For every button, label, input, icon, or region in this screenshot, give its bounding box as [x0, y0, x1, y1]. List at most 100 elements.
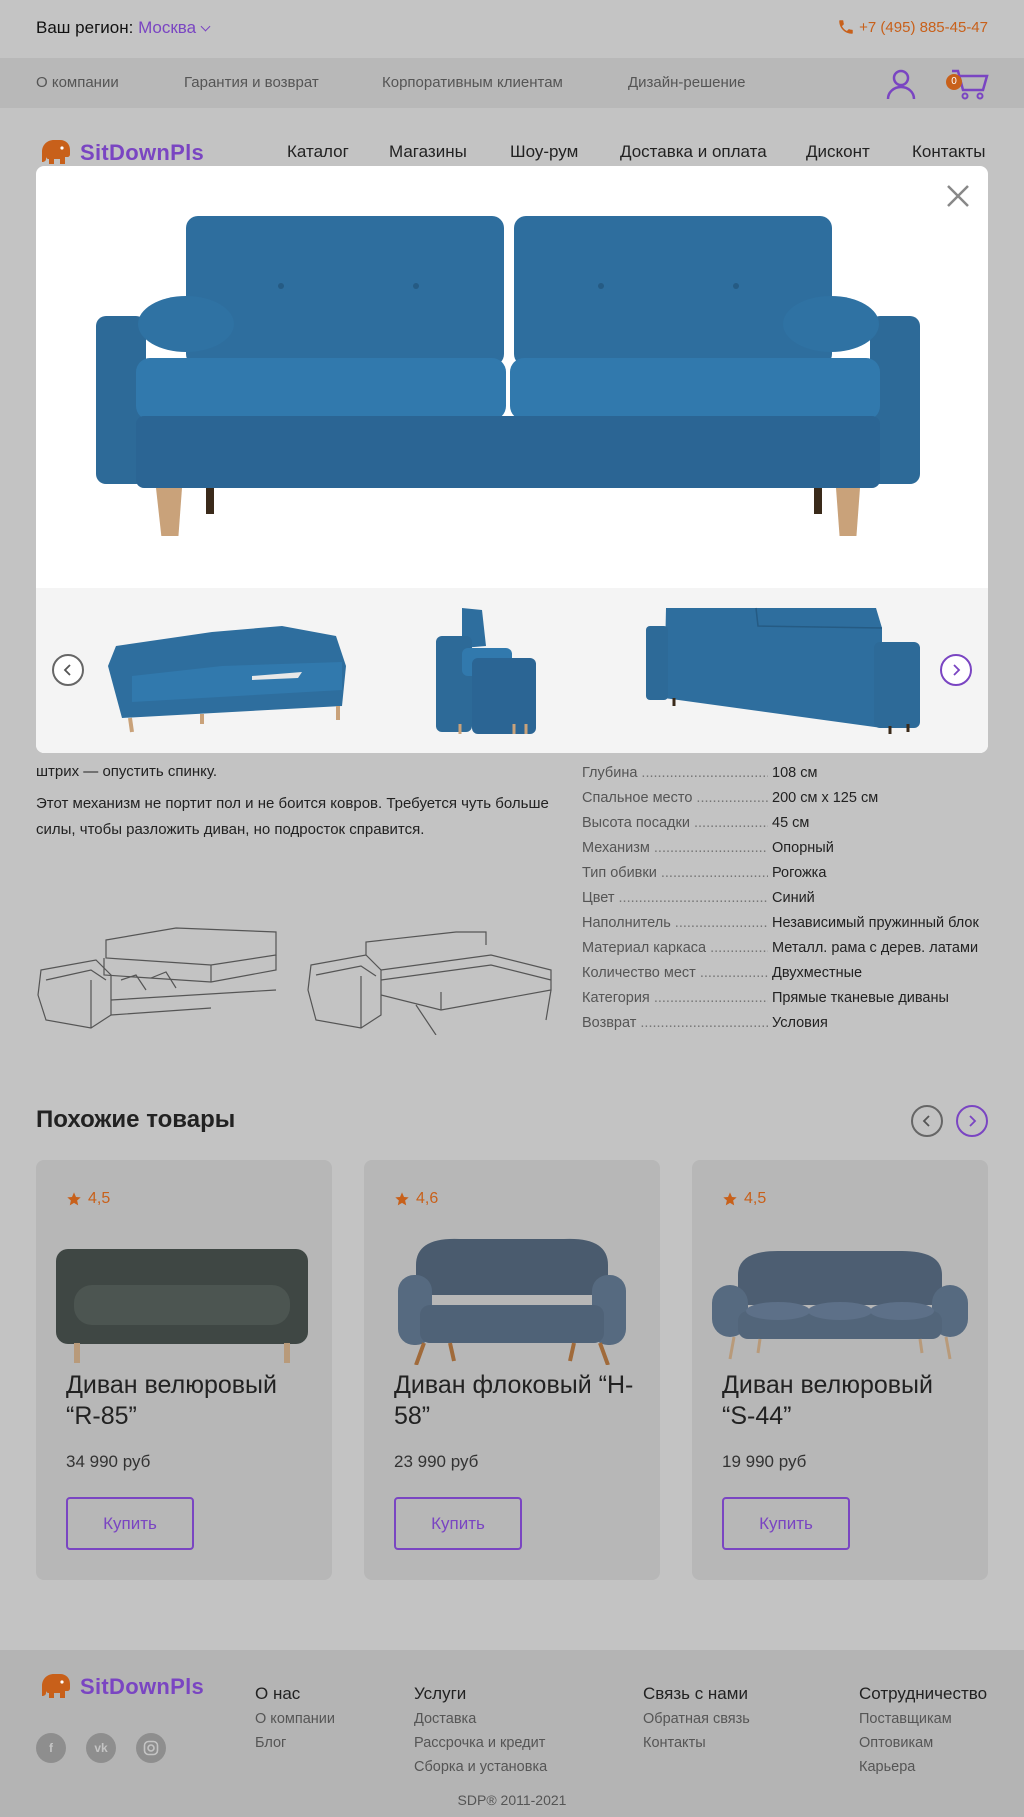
spec-key: Спальное место	[582, 790, 768, 806]
spec-value: 200 см х 125 см	[772, 789, 879, 806]
spec-key: Цвет	[582, 890, 768, 906]
image-gallery-modal	[36, 166, 988, 753]
spec-key: Глубина	[582, 765, 768, 781]
footer-col-partnership: Сотрудничество Поставщикам Оптовикам Кар…	[859, 1684, 987, 1779]
buy-button[interactable]: Купить	[722, 1497, 850, 1550]
footer-link[interactable]: Поставщикам	[859, 1707, 987, 1731]
thumbnail-image[interactable]	[432, 606, 542, 736]
product-card[interactable]: 4,5 Диван велюровый “S-44” 19 990 руб Ку…	[692, 1160, 988, 1580]
thumbnail-image[interactable]	[102, 606, 358, 736]
spec-row: КатегорияПрямые тканевые диваны	[582, 985, 988, 1010]
region-selector[interactable]: Ваш регион: Москва	[36, 18, 211, 38]
footer-link[interactable]: Карьера	[859, 1755, 987, 1779]
thumbnail-strip	[36, 588, 988, 753]
fold-scheme-image-1	[37, 927, 277, 1029]
footer-link[interactable]: Сборка и установка	[414, 1755, 547, 1779]
footer-link[interactable]: Доставка	[414, 1707, 547, 1731]
similar-prev-button[interactable]	[911, 1105, 943, 1137]
region-label: Ваш регион:	[36, 18, 134, 37]
spec-key: Тип обивки	[582, 865, 768, 881]
product-image[interactable]	[708, 1235, 972, 1365]
subnav-warranty[interactable]: Гарантия и возврат	[184, 74, 319, 91]
region-city[interactable]: Москва	[138, 18, 196, 37]
spec-value: Двухместные	[772, 964, 863, 981]
nav-shops[interactable]: Магазины	[389, 142, 467, 162]
buy-button[interactable]: Купить	[394, 1497, 522, 1550]
star-icon	[67, 1192, 81, 1206]
gallery-prev-button[interactable]	[52, 654, 84, 686]
spec-row[interactable]: ВозвратУсловия	[582, 1010, 988, 1035]
facebook-icon[interactable]: f	[36, 1733, 66, 1763]
product-rating: 4,6	[394, 1190, 438, 1208]
rating-value: 4,5	[744, 1190, 767, 1207]
star-icon	[395, 1192, 409, 1206]
phone-link[interactable]: +7 (495) 885-45-47	[837, 18, 988, 36]
gallery-next-button[interactable]	[940, 654, 972, 686]
brand-logo[interactable]: SitDownPls	[36, 138, 204, 168]
spec-value: Металл. рама с дерев. латами	[772, 939, 979, 956]
specs-table: Глубина108 см Спальное место200 см х 125…	[582, 760, 988, 1035]
footer-link[interactable]: Рассрочка и кредит	[414, 1731, 547, 1755]
phone-icon	[839, 20, 853, 34]
rating-value: 4,5	[88, 1190, 111, 1207]
footer-col-title: Услуги	[414, 1684, 467, 1703]
footer-brand-name: SitDownPls	[80, 1674, 205, 1699]
product-price: 23 990 руб	[394, 1452, 479, 1471]
spec-row: НаполнительНезависимый пружинный блок	[582, 910, 988, 935]
product-name[interactable]: Диван велюровый “S-44”	[722, 1370, 972, 1432]
chevron-right-icon	[969, 1115, 977, 1127]
subnav-about[interactable]: О компании	[36, 74, 119, 91]
phone-number[interactable]: +7 (495) 885-45-47	[859, 19, 988, 36]
return-conditions-link[interactable]: Условия	[768, 1015, 828, 1031]
user-icon[interactable]	[885, 68, 917, 100]
subnav-design[interactable]: Дизайн-решение	[628, 74, 745, 91]
nav-delivery[interactable]: Доставка и оплата	[620, 142, 767, 162]
spec-key: Категория	[582, 990, 768, 1006]
nav-discount[interactable]: Дисконт	[806, 142, 870, 162]
similar-next-button[interactable]	[956, 1105, 988, 1137]
footer-col-title: Связь с нами	[643, 1684, 748, 1703]
fold-scheme-image-2	[307, 931, 552, 1035]
thumbnail-image[interactable]	[646, 606, 922, 736]
product-price: 19 990 руб	[722, 1452, 807, 1471]
chevron-left-icon	[63, 664, 71, 676]
product-card[interactable]: 4,6 Диван флоковый “H-58” 23 990 руб Куп…	[364, 1160, 660, 1580]
nav-contacts[interactable]: Контакты	[912, 142, 985, 162]
subnav-corporate[interactable]: Корпоративным клиентам	[382, 74, 563, 91]
spec-key: Возврат	[582, 1015, 768, 1031]
footer-link[interactable]: О компании	[255, 1707, 335, 1731]
footer-link[interactable]: Контакты	[643, 1731, 750, 1755]
product-card[interactable]: 4,5 Диван велюровый “R-85” 34 990 руб Ку…	[36, 1160, 332, 1580]
instagram-icon[interactable]	[136, 1733, 166, 1763]
product-name[interactable]: Диван велюровый “R-85”	[66, 1370, 316, 1432]
vk-icon[interactable]: vk	[86, 1733, 116, 1763]
main-product-image	[96, 216, 920, 536]
product-image[interactable]	[380, 1235, 644, 1365]
spec-row: Количество местДвухместные	[582, 960, 988, 985]
buy-button[interactable]: Купить	[66, 1497, 194, 1550]
copyright: SDP® 2011-2021	[457, 1792, 567, 1808]
nav-catalog[interactable]: Каталог	[287, 142, 349, 162]
description-p2: Этот механизм не портит пол и не боится …	[36, 795, 549, 838]
product-image[interactable]	[52, 1235, 316, 1365]
footer-link[interactable]: Блог	[255, 1731, 335, 1755]
rating-value: 4,6	[416, 1190, 439, 1207]
footer-col-about: О нас О компании Блог	[255, 1684, 335, 1755]
brand-name: SitDownPls	[80, 140, 205, 165]
footer-col-title: Сотрудничество	[859, 1684, 988, 1703]
spec-key: Материал каркаса	[582, 940, 768, 956]
footer-col-services: Услуги Доставка Рассрочка и кредит Сборк…	[414, 1684, 547, 1779]
product-name[interactable]: Диван флоковый “H-58”	[394, 1370, 644, 1432]
close-icon[interactable]	[944, 182, 972, 210]
footer-brand-logo[interactable]: SitDownPls	[36, 1672, 204, 1702]
product-rating: 4,5	[66, 1190, 110, 1208]
similar-products-title: Похожие товары	[36, 1106, 236, 1133]
spec-value: 108 см	[772, 764, 818, 781]
footer-link[interactable]: Оптовикам	[859, 1731, 987, 1755]
chevron-down-icon[interactable]	[200, 21, 211, 32]
spec-value: Прямые тканевые диваны	[772, 989, 949, 1006]
spec-row: Материал каркасаМеталл. рама с дерев. ла…	[582, 935, 988, 960]
footer-link[interactable]: Обратная связь	[643, 1707, 750, 1731]
nav-showroom[interactable]: Шоу-рум	[510, 142, 578, 162]
spec-row: Тип обивкиРогожка	[582, 860, 988, 885]
